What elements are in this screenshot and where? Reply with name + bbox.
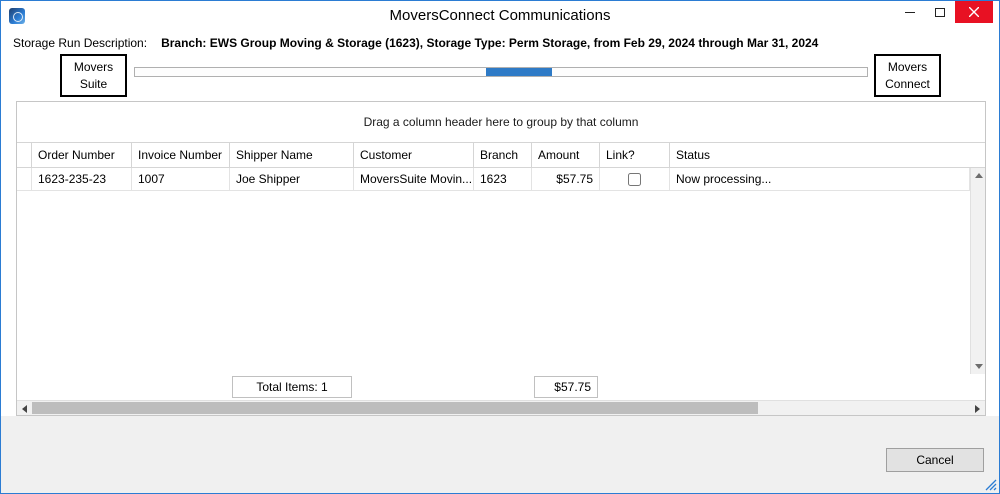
grid-header-row: Order Number Invoice Number Shipper Name… bbox=[17, 142, 985, 168]
maximize-button[interactable] bbox=[925, 1, 955, 23]
column-header-status[interactable]: Status bbox=[670, 143, 985, 167]
app-icon[interactable] bbox=[9, 8, 25, 24]
movers-connect-box: Movers Connect bbox=[874, 54, 941, 97]
window-title: MoversConnect Communications bbox=[389, 7, 611, 24]
group-by-drop-zone[interactable]: Drag a column header here to group by th… bbox=[17, 102, 985, 142]
close-button[interactable] bbox=[955, 1, 993, 23]
results-grid: Drag a column header here to group by th… bbox=[16, 101, 986, 416]
horizontal-scrollbar[interactable] bbox=[17, 400, 985, 415]
column-header-branch[interactable]: Branch bbox=[474, 143, 532, 167]
column-header-customer[interactable]: Customer bbox=[354, 143, 474, 167]
customer-cell: MoversSuite Movin... bbox=[354, 168, 474, 190]
maximize-icon bbox=[935, 7, 945, 17]
column-header-link[interactable]: Link? bbox=[600, 143, 670, 167]
chevron-right-icon bbox=[975, 404, 980, 413]
branch-cell: 1623 bbox=[474, 168, 532, 190]
table-row[interactable]: 1623-235-23 1007 Joe Shipper MoversSuite… bbox=[17, 168, 970, 191]
storage-run-description-row: Storage Run Description: Branch: EWS Grou… bbox=[13, 36, 987, 50]
scroll-down-button[interactable] bbox=[971, 359, 986, 374]
column-header-order-number[interactable]: Order Number bbox=[32, 143, 132, 167]
window-controls bbox=[895, 1, 993, 23]
chevron-down-icon bbox=[974, 364, 983, 369]
total-items-summary: Total Items: 1 bbox=[232, 376, 352, 398]
total-amount-summary: $57.75 bbox=[534, 376, 598, 398]
movers-suite-label: Movers Suite bbox=[73, 60, 114, 91]
chevron-left-icon bbox=[22, 404, 27, 413]
horizontal-scrollbar-thumb[interactable] bbox=[32, 402, 758, 414]
amount-cell: $57.75 bbox=[532, 168, 600, 190]
bottom-bar: Cancel bbox=[1, 416, 999, 493]
invoice-number-cell: 1007 bbox=[132, 168, 230, 190]
grid-summary-row: Total Items: 1 $57.75 bbox=[17, 374, 985, 400]
status-cell: Now processing... bbox=[670, 168, 970, 190]
row-indicator-header bbox=[17, 143, 32, 167]
scroll-left-button[interactable] bbox=[17, 401, 32, 416]
cancel-button[interactable]: Cancel bbox=[886, 448, 984, 472]
app-window: MoversConnect Communications Storage Run… bbox=[0, 0, 1000, 494]
link-cell bbox=[600, 168, 670, 190]
title-bar[interactable]: MoversConnect Communications bbox=[1, 1, 999, 31]
column-header-amount[interactable]: Amount bbox=[532, 143, 600, 167]
column-header-invoice-number[interactable]: Invoice Number bbox=[132, 143, 230, 167]
movers-connect-label: Movers Connect bbox=[885, 60, 930, 91]
scroll-up-button[interactable] bbox=[971, 168, 986, 183]
minimize-button[interactable] bbox=[895, 1, 925, 23]
resize-grip[interactable] bbox=[985, 479, 997, 491]
column-header-shipper-name[interactable]: Shipper Name bbox=[230, 143, 354, 167]
link-checkbox[interactable] bbox=[628, 172, 641, 186]
chevron-up-icon bbox=[974, 173, 983, 178]
progress-fill bbox=[486, 68, 553, 76]
vertical-scrollbar[interactable] bbox=[970, 168, 985, 374]
movers-suite-box: Movers Suite bbox=[60, 54, 127, 97]
close-icon bbox=[969, 7, 979, 17]
scroll-right-button[interactable] bbox=[970, 401, 985, 416]
shipper-name-cell: Joe Shipper bbox=[230, 168, 354, 190]
order-number-cell: 1623-235-23 bbox=[32, 168, 132, 190]
storage-run-description-value: Branch: EWS Group Moving & Storage (1623… bbox=[161, 36, 819, 50]
storage-run-description-label: Storage Run Description: bbox=[13, 36, 148, 50]
transfer-progress-bar bbox=[134, 67, 868, 77]
row-indicator-cell bbox=[17, 168, 32, 190]
minimize-icon bbox=[905, 11, 915, 13]
